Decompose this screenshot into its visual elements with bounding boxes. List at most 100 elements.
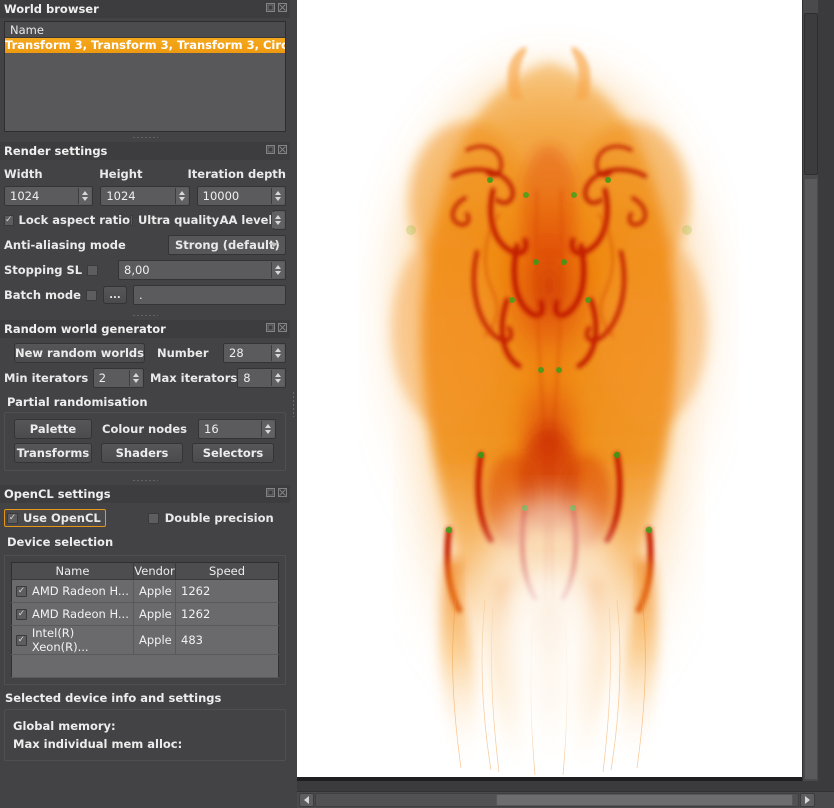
- float-panel-icon[interactable]: [266, 488, 275, 497]
- render-image-page[interactable]: [297, 0, 802, 777]
- canvas-horizontal-scrollbar[interactable]: [297, 791, 834, 808]
- batch-browse-button[interactable]: ...: [102, 286, 127, 304]
- colour-nodes-stepper[interactable]: [261, 421, 274, 437]
- float-panel-icon[interactable]: [266, 145, 275, 154]
- selectors-button[interactable]: Selectors: [192, 443, 274, 463]
- stopping-sl-stepper[interactable]: [271, 262, 284, 278]
- table-row[interactable]: AMD Radeon H... Apple 1262: [11, 602, 279, 626]
- aa-level-stepper[interactable]: [271, 212, 284, 228]
- column-header-name[interactable]: Name: [11, 562, 134, 580]
- device-name-cell[interactable]: AMD Radeon H...: [11, 602, 134, 626]
- chevron-down-icon[interactable]: [82, 197, 89, 201]
- double-precision-checkbox[interactable]: [147, 512, 159, 524]
- panel-title-opencl-settings: OpenCL settings: [4, 487, 111, 501]
- device-enabled-checkbox[interactable]: [16, 608, 27, 620]
- chevron-up-icon[interactable]: [275, 265, 281, 269]
- device-table[interactable]: Name Vendor Speed AMD Radeon H... A: [11, 562, 279, 678]
- device-name-cell[interactable]: AMD Radeon H...: [11, 579, 134, 603]
- width-input[interactable]: 1024: [4, 186, 94, 206]
- chevron-down-icon[interactable]: [178, 197, 185, 201]
- float-panel-icon[interactable]: [266, 323, 275, 332]
- vertical-scroll-track[interactable]: [804, 178, 818, 780]
- close-panel-icon[interactable]: [278, 488, 287, 497]
- lock-aspect-ratio-checkbox[interactable]: [4, 214, 14, 226]
- number-stepper[interactable]: [271, 345, 284, 361]
- chevron-up-icon[interactable]: [275, 215, 281, 219]
- chevron-up-icon[interactable]: [275, 373, 282, 377]
- iteration-depth-input[interactable]: 10000: [196, 186, 286, 206]
- splitter-grip-icon: [132, 135, 158, 139]
- horizontal-scroll-thumb[interactable]: [496, 794, 793, 806]
- height-stepper[interactable]: [174, 188, 188, 204]
- min-iterators-input[interactable]: 2: [92, 368, 144, 388]
- device-speed: 483: [175, 625, 279, 655]
- chevron-down-icon[interactable]: [132, 379, 139, 383]
- stopping-sl-input[interactable]: 8,00: [118, 260, 286, 280]
- selected-device-info-box: Global memory: Max individual mem alloc:: [4, 709, 286, 761]
- close-panel-icon[interactable]: [278, 3, 287, 12]
- chevron-down-icon[interactable]: [275, 379, 282, 383]
- world-browser-list[interactable]: Name Transform 3, Transform 3, Transform…: [4, 21, 286, 132]
- random-world-generator-body: New random worlds Number 28 Min iterator…: [0, 341, 290, 475]
- iteration-depth-stepper[interactable]: [270, 188, 284, 204]
- horizontal-scroll-track[interactable]: [315, 793, 799, 807]
- column-header-vendor[interactable]: Vendor: [133, 562, 176, 580]
- device-name-cell[interactable]: Intel(R) Xeon(R)...: [11, 625, 134, 655]
- dock-canvas-splitter[interactable]: [290, 0, 297, 808]
- chevron-up-icon[interactable]: [265, 424, 271, 428]
- use-opencl-control[interactable]: Use OpenCL: [4, 509, 106, 527]
- min-iterators-stepper[interactable]: [128, 370, 142, 386]
- batch-mode-checkbox[interactable]: [85, 289, 97, 301]
- shaders-button[interactable]: Shaders: [101, 443, 183, 463]
- column-header-speed[interactable]: Speed: [175, 562, 279, 580]
- close-panel-icon[interactable]: [278, 323, 287, 332]
- aa-level-input[interactable]: 2: [271, 210, 286, 230]
- table-row[interactable]: AMD Radeon H... Apple 1262: [11, 579, 279, 603]
- device-enabled-checkbox[interactable]: [16, 634, 27, 646]
- device-vendor: Apple: [133, 625, 176, 655]
- splitter-random-opencl[interactable]: [0, 475, 290, 485]
- chevron-up-icon[interactable]: [132, 373, 139, 377]
- chevron-down-icon[interactable]: [275, 221, 281, 225]
- chevron-down-icon[interactable]: [275, 354, 281, 358]
- number-input[interactable]: 28: [223, 343, 286, 363]
- chevron-down-icon[interactable]: [265, 430, 271, 434]
- palette-button[interactable]: Palette: [14, 419, 92, 439]
- render-preview[interactable]: [297, 0, 802, 777]
- chevron-up-icon[interactable]: [178, 191, 185, 195]
- float-panel-icon[interactable]: [266, 3, 275, 12]
- canvas-vertical-scrollbar[interactable]: [802, 0, 818, 781]
- height-input[interactable]: 1024: [100, 186, 190, 206]
- scroll-left-button[interactable]: [299, 793, 314, 807]
- width-stepper[interactable]: [78, 188, 92, 204]
- transforms-button[interactable]: Transforms: [14, 443, 92, 463]
- max-iterators-stepper[interactable]: [271, 370, 285, 386]
- ultra-quality-checkbox[interactable]: [130, 214, 133, 226]
- chevron-down-icon[interactable]: [275, 271, 281, 275]
- lock-aspect-ratio-label: Lock aspect ratio: [18, 213, 130, 227]
- chevron-up-icon[interactable]: [82, 191, 89, 195]
- list-item[interactable]: Transform 3, Transform 3, Transform 3, C…: [5, 38, 285, 53]
- table-row[interactable]: Intel(R) Xeon(R)... Apple 483: [11, 625, 279, 655]
- use-opencl-checkbox[interactable]: [7, 512, 18, 524]
- splitter-render-random[interactable]: [0, 310, 290, 320]
- scroll-right-button[interactable]: [800, 793, 815, 807]
- max-iterators-input[interactable]: 8: [237, 368, 287, 388]
- anti-aliasing-mode-select[interactable]: Strong (default): [168, 235, 286, 255]
- new-random-worlds-button[interactable]: New random worlds: [14, 343, 145, 363]
- device-name: Intel(R) Xeon(R)...: [31, 626, 89, 654]
- close-panel-icon[interactable]: [278, 145, 287, 154]
- window-resize-grip[interactable]: [819, 793, 833, 807]
- chevron-up-icon[interactable]: [274, 191, 281, 195]
- colour-nodes-input[interactable]: 16: [198, 419, 276, 439]
- colour-nodes-value: 16: [204, 422, 219, 436]
- device-enabled-checkbox[interactable]: [16, 585, 27, 597]
- device-name: AMD Radeon H...: [32, 607, 129, 621]
- splitter-world-render[interactable]: [0, 132, 290, 142]
- render-canvas-area[interactable]: [297, 0, 818, 781]
- vertical-scroll-thumb[interactable]: [804, 13, 818, 175]
- stopping-sl-checkbox[interactable]: [87, 264, 99, 276]
- chevron-up-icon[interactable]: [275, 348, 281, 352]
- batch-path-input[interactable]: .: [132, 285, 286, 305]
- chevron-down-icon[interactable]: [274, 197, 281, 201]
